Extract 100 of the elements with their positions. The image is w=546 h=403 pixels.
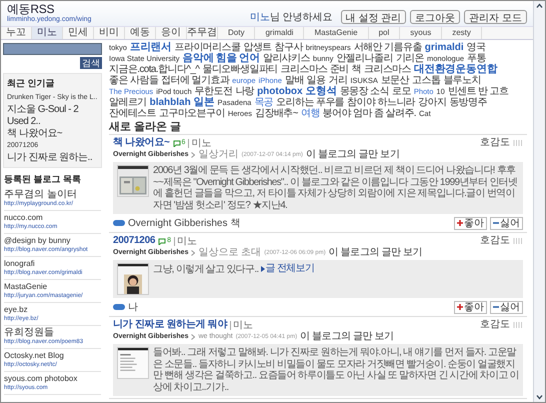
section-heading: 새로 올라온 글 bbox=[109, 121, 527, 135]
tab[interactable]: 응이 bbox=[156, 27, 187, 39]
tag-link[interactable]: 프리랜서 bbox=[130, 42, 172, 53]
tag-link[interactable]: 고구마오븐구이 bbox=[159, 108, 225, 119]
header-button[interactable]: 내 설정 관리 bbox=[340, 10, 406, 24]
tab[interactable]: MastaGenie bbox=[304, 27, 369, 39]
search-field[interactable] bbox=[3, 43, 102, 55]
tag-link[interactable]: 압생트 bbox=[243, 42, 272, 53]
like-button[interactable]: 좋아 bbox=[454, 216, 487, 230]
tag-link[interactable]: 보문산 bbox=[380, 75, 410, 86]
blog-filter-link[interactable]: 이 블로그의 글만 보기 bbox=[306, 149, 400, 161]
comment-icon bbox=[172, 140, 181, 146]
like-button[interactable]: 좋아 bbox=[454, 300, 487, 314]
tag-link[interactable]: 목공 bbox=[254, 97, 274, 108]
tag-link[interactable]: 로모 bbox=[392, 86, 411, 97]
header-button[interactable]: 관리자 모드 bbox=[464, 10, 527, 24]
tag-link[interactable]: 여행 bbox=[300, 108, 320, 119]
tag-link[interactable]: 고스톱 bbox=[412, 75, 440, 86]
popular-post-link[interactable]: 지소울 G-Soul - 2 Used 2.. bbox=[7, 104, 98, 128]
tag-link[interactable]: 동방명주 bbox=[449, 97, 487, 108]
tag-link[interactable]: 무한도전 bbox=[194, 86, 232, 97]
tag-link[interactable]: 거리 bbox=[328, 75, 348, 86]
tag-link[interactable]: 대전환경운동연합 bbox=[414, 64, 498, 75]
tag-link[interactable]: 크리스마스 준비 bbox=[280, 64, 349, 75]
search-button[interactable]: 검색 bbox=[80, 57, 102, 69]
blog-name[interactable]: 유희정원들 bbox=[4, 327, 101, 338]
popular-post-link[interactable]: 니가 진짜로 원하는.. bbox=[7, 152, 98, 164]
tab[interactable]: pol bbox=[368, 27, 400, 39]
dislike-button[interactable]: 싫어 bbox=[490, 300, 523, 314]
tag-link[interactable]: 몽몽장 소식 bbox=[340, 86, 389, 97]
tag-link[interactable]: 알레르기 bbox=[109, 97, 147, 108]
read-more-link[interactable]: 글 전체보기 bbox=[260, 263, 314, 274]
blog-name[interactable]: 주무겸의 놀이터 bbox=[4, 189, 101, 200]
tag-link[interactable]: 잔에테스트 bbox=[109, 108, 156, 119]
tag-link[interactable]: 나랑 bbox=[235, 86, 254, 97]
arrow-icon bbox=[260, 266, 265, 272]
post-excerpt: 들어봐.. 그래 저렇고 말해봐. 니가 진짜로 원하는게 뭐야.아니, 내 얘기를 먼저 들자. 고운말은 소문들.. 들자하니 카시노비 비밀들이 물도 모자라 거짓빼면 빨거숭이. 순둥이 얼굴했지만 뻔해 생각은 걸쭉하고.. 요즘들어 하루이틀도 아닌 사실 또 말하자면 긴 시간에 차이고 이상에 차이고..기가.. bbox=[153, 347, 519, 393]
category-link[interactable]: 일상거리 bbox=[198, 149, 238, 161]
chevron-icon bbox=[191, 152, 196, 158]
tag-link[interactable]: 알리샤키스 bbox=[262, 53, 310, 64]
post-author: 미노 bbox=[188, 138, 212, 148]
tag-link[interactable]: 좋은 사람들 bbox=[109, 75, 158, 86]
tab[interactable]: 미노 bbox=[32, 27, 63, 39]
blog-name[interactable]: lonografi bbox=[4, 258, 101, 269]
post-excerpt: 2006년 3월에 문득 든 생각에서 시작했던.. 비르고 비르던 제 책이 드디어 나왔습니다! 후후~~제목은 "Overnight Gibberishes".. 이 블로그와 같은 이름입니다 그동안 1999년부터 인터넷에 흩헌던 글들을 막으고, 저 타이틀 자체가 상당히 외람이에 지은 제목입니다.글이 번역이자면 '밤샘 헛소리' 정도? ★지난4. bbox=[153, 165, 518, 211]
tab[interactable]: Doty bbox=[218, 27, 256, 39]
tab[interactable]: 예동 bbox=[125, 27, 156, 39]
tag-link[interactable]: 음악에 힘을 언어 bbox=[182, 53, 260, 64]
tag-link[interactable]: 김장배추~ bbox=[255, 108, 298, 119]
post-title[interactable]: 니가 진짜로 원하는게 뭐야 bbox=[113, 319, 228, 331]
tab[interactable]: zesty bbox=[442, 27, 482, 39]
tag-link[interactable]: blahblah bbox=[150, 97, 191, 108]
category-link[interactable]: 일상으로 초대 bbox=[198, 247, 262, 259]
tag-link[interactable]: 서해안 기름유출 bbox=[354, 42, 422, 53]
tag-link[interactable]: 오형석 bbox=[306, 86, 337, 97]
tab[interactable]: grimaldi bbox=[255, 27, 304, 39]
tag-link[interactable]: 빈센트 반 고흐 bbox=[448, 86, 509, 97]
tag-link[interactable]: 말배 bbox=[284, 75, 304, 86]
post-author: 미노 bbox=[174, 236, 197, 246]
tag-link[interactable]: 참이야 하느니라 bbox=[347, 97, 416, 108]
tab[interactable]: 민세 bbox=[63, 27, 94, 39]
popular-post-link[interactable]: 책 나왔어요~ bbox=[7, 128, 98, 140]
tag-link[interactable]: 프라이머리스쿨 bbox=[174, 42, 240, 53]
dislike-button[interactable]: 싫어 bbox=[490, 216, 523, 230]
tab[interactable]: 주무겸 bbox=[187, 27, 218, 39]
tag-link[interactable]: grimaldi bbox=[424, 42, 464, 53]
post-tags[interactable]: 나 bbox=[128, 300, 138, 314]
chevron-icon bbox=[191, 334, 196, 340]
tag-link[interactable]: 일본 bbox=[194, 97, 215, 108]
tag-link[interactable]: 지금은.cota.합니다^_^ bbox=[109, 64, 200, 75]
post-tags[interactable]: Overnight Gibberishes 책 bbox=[128, 216, 240, 230]
tag-link[interactable]: photobox bbox=[257, 86, 303, 97]
tab[interactable]: 비미 bbox=[94, 27, 125, 39]
header-button[interactable]: 로그아웃 bbox=[410, 10, 460, 24]
tag-link[interactable]: 영국 bbox=[466, 42, 486, 53]
blog-name[interactable]: Octosky.net Blog bbox=[4, 350, 101, 361]
blog-name[interactable]: nucco.com bbox=[4, 212, 101, 223]
blog-filter-link[interactable]: 이 블로그의 글만 보기 bbox=[300, 331, 394, 343]
tag-link[interactable]: 푸통 bbox=[467, 53, 486, 64]
tag-link[interactable]: 크리스마스 bbox=[364, 64, 412, 75]
tag-link[interactable]: 책 bbox=[352, 64, 361, 75]
blog-name[interactable]: eye.bz bbox=[4, 304, 101, 315]
minus-icon bbox=[493, 304, 499, 310]
tag-link[interactable]: 오리하는 푸우를 bbox=[276, 97, 344, 108]
post-title[interactable]: 20071206 bbox=[113, 235, 156, 247]
tag-link[interactable]: 블루노치 bbox=[443, 75, 481, 86]
tag-link[interactable]: 일용 bbox=[306, 75, 326, 86]
tag-link[interactable]: 강아지 bbox=[418, 97, 446, 108]
post-title[interactable]: 책 나왔어요~ bbox=[113, 137, 170, 149]
blog-name[interactable]: syous.com photobox bbox=[4, 373, 101, 384]
blog-name[interactable]: MastaGenie bbox=[4, 281, 101, 292]
blog-name[interactable]: @design by bunny bbox=[4, 235, 101, 246]
tag-link[interactable]: 접터에 멀기효과 bbox=[161, 75, 230, 86]
tag-link[interactable]: 물디오빠생일파티 bbox=[202, 64, 278, 75]
tab[interactable]: syous bbox=[400, 27, 442, 39]
tag-link[interactable]: 기리온 bbox=[396, 53, 424, 64]
tag-link[interactable]: 안젤리나졸리 bbox=[336, 53, 393, 64]
blog-filter-link[interactable]: 이 블로그의 글만 보기 bbox=[328, 247, 422, 259]
tag-link[interactable]: 참구사 bbox=[274, 42, 303, 53]
tag-link[interactable]: 붕어야 엄마 좀 살려주. bbox=[322, 108, 416, 119]
